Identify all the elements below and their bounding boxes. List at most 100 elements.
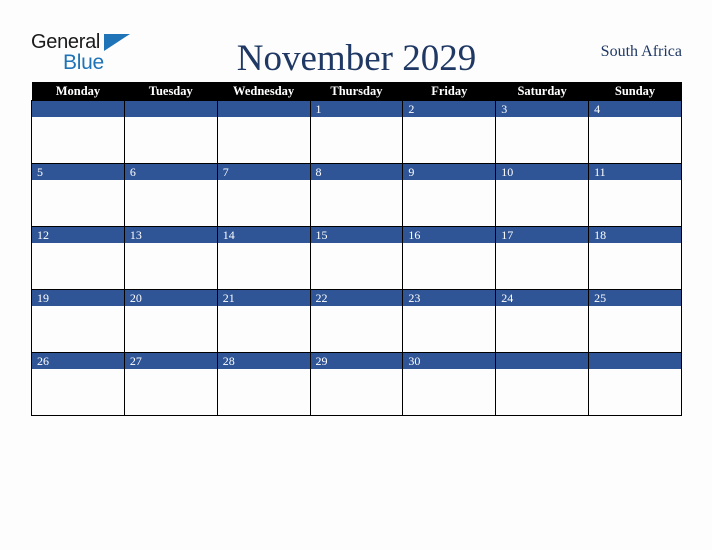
page-header: General Blue November 2029 South Africa <box>31 26 682 78</box>
calendar-day-cell[interactable]: 14 <box>216 226 311 290</box>
day-number: 27 <box>124 353 217 369</box>
day-notes-area[interactable] <box>589 117 681 163</box>
day-notes-area[interactable] <box>125 369 217 415</box>
day-notes-area[interactable] <box>496 243 588 289</box>
calendar-day-cell[interactable]: 17 <box>495 226 590 290</box>
day-notes-area[interactable] <box>218 369 310 415</box>
day-number: 21 <box>217 290 310 306</box>
calendar-day-cell[interactable]: 11 <box>588 163 682 227</box>
day-notes-area[interactable] <box>32 243 124 289</box>
day-notes-area[interactable] <box>403 369 495 415</box>
calendar-day-cell[interactable]: 1 <box>309 100 404 164</box>
day-notes-area[interactable] <box>496 180 588 226</box>
weekday-header-friday: Friday <box>402 82 496 101</box>
day-number: 10 <box>496 164 589 180</box>
calendar-day-cell[interactable]: 20 <box>123 289 218 353</box>
calendar-day-cell[interactable]: 2 <box>402 100 497 164</box>
calendar-day-cell[interactable]: 19 <box>31 289 125 353</box>
calendar-day-cell[interactable]: 5 <box>31 163 125 227</box>
day-number: 18 <box>589 227 681 243</box>
weekday-header-sunday: Sunday <box>588 82 682 101</box>
day-notes-area[interactable] <box>218 306 310 352</box>
calendar-page: General Blue November 2029 South Africa … <box>0 0 712 550</box>
calendar-day-cell[interactable]: 23 <box>402 289 497 353</box>
day-number <box>496 353 589 369</box>
day-notes-area[interactable] <box>496 369 588 415</box>
calendar-day-cell[interactable]: 15 <box>309 226 404 290</box>
day-number: 22 <box>310 290 403 306</box>
day-notes-area[interactable] <box>496 306 588 352</box>
day-number: 30 <box>403 353 496 369</box>
calendar-day-cell[interactable]: 26 <box>31 352 125 416</box>
day-notes-area[interactable] <box>32 180 124 226</box>
calendar-day-cell[interactable]: 22 <box>309 289 404 353</box>
day-number: 20 <box>124 290 217 306</box>
calendar-day-cell[interactable]: 18 <box>588 226 682 290</box>
country-label: South Africa <box>600 43 682 60</box>
weekday-header-saturday: Saturday <box>495 82 589 101</box>
day-notes-area[interactable] <box>32 306 124 352</box>
calendar-day-cell[interactable]: 12 <box>31 226 125 290</box>
day-notes-area[interactable] <box>496 117 588 163</box>
day-number: 12 <box>32 227 124 243</box>
day-number: 29 <box>310 353 403 369</box>
day-notes-area[interactable] <box>125 243 217 289</box>
calendar-day-cell[interactable]: 3 <box>495 100 590 164</box>
day-notes-area[interactable] <box>125 180 217 226</box>
day-number <box>124 101 217 117</box>
day-notes-area[interactable] <box>218 180 310 226</box>
day-notes-area[interactable] <box>311 243 403 289</box>
calendar-day-cell[interactable]: 29 <box>309 352 404 416</box>
day-notes-area[interactable] <box>32 117 124 163</box>
calendar-day-cell[interactable]: 21 <box>216 289 311 353</box>
day-notes-area[interactable] <box>403 180 495 226</box>
calendar-day-cell[interactable]: 7 <box>216 163 311 227</box>
calendar-day-cell[interactable]: 13 <box>123 226 218 290</box>
day-number: 28 <box>217 353 310 369</box>
calendar-day-cell[interactable]: 25 <box>588 289 682 353</box>
calendar-week-row: 26 27 28 29 30 <box>31 352 682 416</box>
day-number: 7 <box>217 164 310 180</box>
calendar-week-row: 19 20 21 22 23 24 25 <box>31 289 682 353</box>
day-notes-area[interactable] <box>32 369 124 415</box>
day-number: 11 <box>589 164 681 180</box>
calendar-day-cell[interactable]: 27 <box>123 352 218 416</box>
calendar-day-cell[interactable]: 16 <box>402 226 497 290</box>
calendar-day-cell[interactable] <box>31 100 125 164</box>
day-number: 9 <box>403 164 496 180</box>
calendar-day-cell[interactable]: 8 <box>309 163 404 227</box>
day-notes-area[interactable] <box>218 243 310 289</box>
calendar-day-cell[interactable] <box>216 100 311 164</box>
calendar-day-cell[interactable]: 4 <box>588 100 682 164</box>
day-number: 14 <box>217 227 310 243</box>
calendar-day-cell[interactable] <box>588 352 682 416</box>
day-number: 1 <box>310 101 403 117</box>
day-notes-area[interactable] <box>589 180 681 226</box>
calendar-day-cell[interactable]: 10 <box>495 163 590 227</box>
day-notes-area[interactable] <box>589 369 681 415</box>
day-number: 4 <box>589 101 681 117</box>
day-notes-area[interactable] <box>125 117 217 163</box>
calendar-day-cell[interactable]: 28 <box>216 352 311 416</box>
calendar-day-cell[interactable] <box>123 100 218 164</box>
day-notes-area[interactable] <box>403 306 495 352</box>
calendar-day-cell[interactable]: 6 <box>123 163 218 227</box>
calendar-week-row: 12 13 14 15 16 17 18 <box>31 226 682 290</box>
calendar-day-cell[interactable] <box>495 352 590 416</box>
day-notes-area[interactable] <box>218 117 310 163</box>
calendar-day-cell[interactable]: 9 <box>402 163 497 227</box>
weekday-header-wednesday: Wednesday <box>217 82 311 101</box>
day-notes-area[interactable] <box>311 117 403 163</box>
day-number: 16 <box>403 227 496 243</box>
day-notes-area[interactable] <box>311 306 403 352</box>
calendar-day-cell[interactable]: 30 <box>402 352 497 416</box>
day-notes-area[interactable] <box>403 117 495 163</box>
day-notes-area[interactable] <box>311 369 403 415</box>
day-notes-area[interactable] <box>311 180 403 226</box>
calendar-day-cell[interactable]: 24 <box>495 289 590 353</box>
day-number: 13 <box>124 227 217 243</box>
day-notes-area[interactable] <box>589 306 681 352</box>
day-notes-area[interactable] <box>403 243 495 289</box>
day-notes-area[interactable] <box>589 243 681 289</box>
day-notes-area[interactable] <box>125 306 217 352</box>
